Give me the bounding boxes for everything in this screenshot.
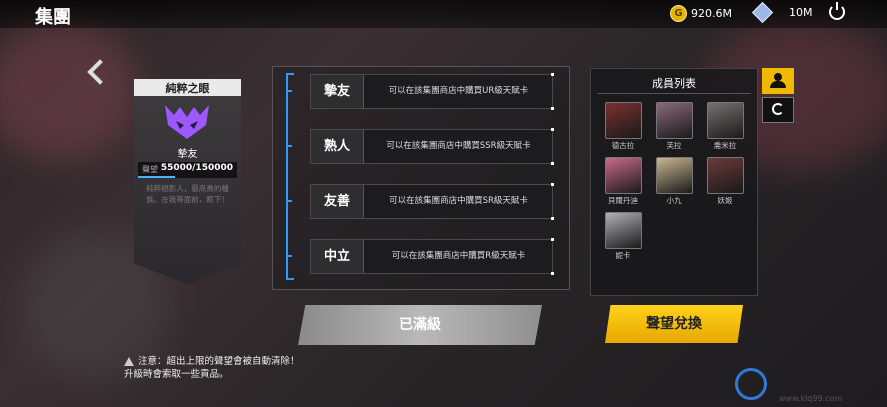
member-item[interactable]: 喬米拉: [705, 102, 745, 151]
tier-name: 友善: [311, 185, 364, 218]
member-name: 德古拉: [611, 141, 635, 150]
avatar: [655, 102, 693, 139]
gold-coin-icon: G: [670, 5, 687, 22]
faction-emblem-icon: [165, 105, 209, 139]
member-item[interactable]: 德古拉: [603, 102, 643, 151]
warning-icon: [124, 357, 134, 366]
refresh-button[interactable]: [762, 97, 794, 123]
faction-description: 純粹絕影人，最高貴的種族。在我等面前，跪下！: [146, 184, 229, 204]
member-item[interactable]: 芙拉: [654, 102, 694, 151]
gem-amount: 10M: [789, 6, 813, 19]
member-item[interactable]: 貝爾丹迪: [603, 157, 643, 206]
refresh-icon: [772, 103, 784, 115]
member-name: 妮卡: [615, 251, 631, 260]
tier-row: 友善 可以在該集團商店中購買SR級天賦卡: [310, 183, 554, 220]
tier-row: 摯友 可以在該集團商店中購買UR級天賦卡: [310, 73, 554, 110]
tier-description: 可以在該集團商店中購買UR級天賦卡: [388, 86, 529, 96]
member-name: 芙拉: [666, 141, 682, 150]
avatar: [604, 212, 642, 249]
member-name: 喬米拉: [713, 141, 737, 150]
rank-card: 純粹之眼 摯友 聲望 55000/150000 純粹絕影人，最高貴的種族。在我等…: [134, 79, 241, 284]
notice-line-2: 升級時會索取一些貢品。: [124, 369, 229, 380]
gold-amount: 920.6M: [691, 7, 732, 20]
tier-name: 摯友: [311, 75, 364, 108]
member-name: 小九: [666, 196, 682, 205]
power-icon[interactable]: [829, 2, 845, 20]
member-item[interactable]: 小九: [654, 157, 694, 206]
member-name: 貝爾丹迪: [608, 196, 638, 205]
reputation-value: 55000/150000: [160, 163, 233, 173]
reputation-fill: [138, 176, 175, 178]
watermark-url: www.klq99.com: [779, 394, 843, 403]
avatar: [706, 157, 744, 194]
member-list-title: 成員列表: [652, 77, 696, 90]
reputation-bar: 聲望 55000/150000: [138, 162, 237, 178]
notice-line-1: 注意：超出上限的聲望會被自動清除！: [138, 356, 300, 367]
tier-row: 熟人 可以在該集團商店中購買SSR級天賦卡: [310, 128, 554, 165]
avatar: [604, 157, 642, 194]
notice: 注意：超出上限的聲望會被自動清除！ 升級時會索取一些貢品。: [124, 355, 300, 381]
user-icon: [774, 73, 782, 81]
member-tab-button[interactable]: [762, 68, 794, 94]
tier-rail: [286, 73, 288, 280]
member-name: 妖姬: [717, 196, 733, 205]
max-level-button[interactable]: 已滿級: [298, 305, 542, 345]
gold-counter: G 920.6M: [670, 5, 732, 22]
member-item[interactable]: 妮卡: [603, 212, 643, 261]
reputation-label: 聲望: [142, 165, 158, 174]
watermark: 孔雀手游网 www.klq99.com: [735, 368, 885, 406]
tier-description: 可以在該集團商店中購買SSR級天賦卡: [386, 141, 531, 151]
gem-icon: [751, 1, 774, 24]
tier-description: 可以在該集團商店中購買SR級天賦卡: [389, 196, 528, 206]
current-rank: 摯友: [177, 149, 198, 160]
member-item[interactable]: 妖姬: [705, 157, 745, 206]
avatar: [706, 102, 744, 139]
watermark-logo-icon: [735, 368, 767, 400]
tier-name: 熟人: [311, 130, 364, 163]
tier-description: 可以在該集團商店中購買R級天賦卡: [391, 251, 526, 261]
tier-name: 中立: [311, 240, 364, 273]
top-bar: 集團 G 920.6M 10M: [0, 0, 887, 28]
tier-row: 中立 可以在該集團商店中購買R級天賦卡: [310, 238, 554, 275]
member-list-panel: 成員列表 德古拉 芙拉 喬米拉貝爾丹迪 小九 妖姬妮卡: [590, 68, 758, 296]
page-title: 集團: [35, 7, 71, 28]
avatar: [655, 157, 693, 194]
rank-card-title: 純粹之眼: [165, 82, 210, 95]
gem-counter: 10M: [751, 1, 813, 24]
reputation-exchange-button[interactable]: 聲望兌換: [605, 305, 743, 343]
avatar: [604, 102, 642, 139]
